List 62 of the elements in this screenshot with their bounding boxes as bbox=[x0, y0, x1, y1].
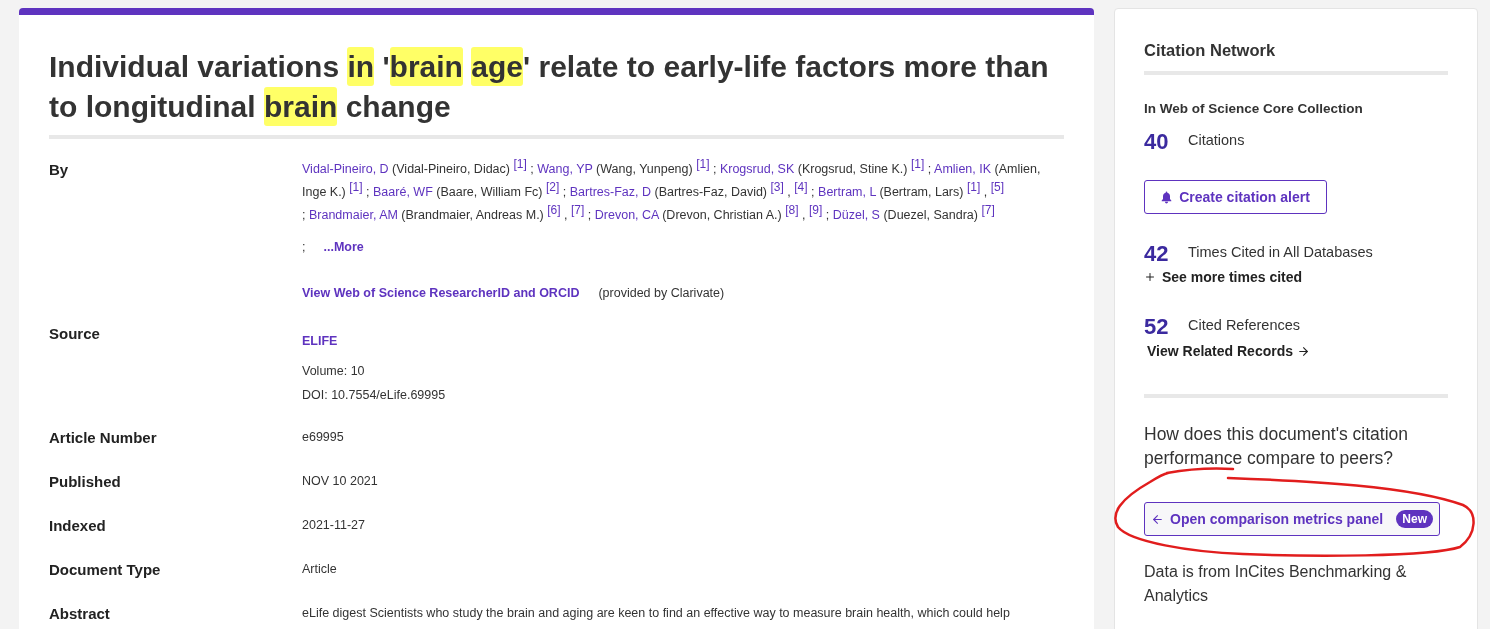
affiliation-link[interactable]: [1] bbox=[911, 157, 925, 171]
affiliation-link[interactable]: [7] bbox=[981, 203, 995, 218]
affiliation-link[interactable]: [9] bbox=[808, 203, 823, 218]
author-link[interactable]: Baaré, WF bbox=[373, 185, 433, 200]
field-label: Indexed bbox=[49, 516, 107, 537]
author-link[interactable]: Bertram, L bbox=[818, 185, 876, 200]
collection-label: In Web of Science Core Collection bbox=[1144, 100, 1364, 118]
metric-label: Times Cited in All Databases bbox=[1188, 243, 1373, 263]
affiliation-link[interactable]: [4] bbox=[794, 180, 808, 195]
affiliation-link[interactable]: [1] bbox=[349, 180, 363, 195]
panel-title: Citation Network bbox=[1144, 40, 1277, 61]
author-link[interactable]: Wang, YP bbox=[537, 162, 593, 177]
metric-label: Citations bbox=[1188, 131, 1245, 151]
journal-link[interactable]: ELIFE bbox=[302, 330, 338, 354]
author-link[interactable]: Drevon, CA bbox=[594, 208, 659, 223]
author-link[interactable]: Brandmaier, AM bbox=[308, 208, 398, 223]
author-link[interactable]: Düzel, S bbox=[832, 208, 880, 223]
comparison-question: How does this document's citation performance compare to peers? bbox=[1144, 423, 1410, 470]
arrow-right-icon bbox=[1297, 344, 1311, 358]
affiliation-link[interactable]: [5] bbox=[990, 180, 1005, 195]
arrow-left-icon bbox=[1151, 512, 1164, 526]
metric-label: Cited References bbox=[1188, 316, 1301, 336]
field-label: Published bbox=[49, 472, 122, 493]
author-link[interactable]: Amlien, IK bbox=[934, 162, 992, 177]
source-detail: DOI: 10.7554/eLife.69995 bbox=[302, 387, 447, 405]
affiliation-link[interactable]: [3] bbox=[770, 180, 784, 195]
field-value: NOV 10 2021 bbox=[302, 473, 379, 491]
field-label: Source bbox=[49, 324, 101, 345]
metric-count[interactable]: 42 bbox=[1144, 236, 1188, 270]
field-value: Article bbox=[302, 561, 338, 579]
field-value: e69995 bbox=[302, 429, 345, 447]
article-title: Individual variations in 'brain age' relate to early-life factors more than to longitudinal brain change bbox=[49, 47, 1059, 127]
author-link[interactable]: Bartres-Faz, D bbox=[569, 185, 652, 200]
affiliation-link[interactable]: [1] bbox=[966, 180, 981, 195]
plus-icon bbox=[1144, 271, 1156, 283]
bell-icon bbox=[1161, 190, 1173, 204]
open-comparison-button[interactable]: Open comparison metrics panel New bbox=[1144, 502, 1440, 536]
affiliation-link[interactable]: [1] bbox=[513, 157, 527, 171]
field-value: 2021-11-27 bbox=[302, 517, 366, 535]
author-link[interactable]: Vidal-Pineiro, D bbox=[302, 162, 389, 177]
field-label: Article Number bbox=[49, 428, 158, 449]
affiliation-link[interactable]: [6] bbox=[547, 203, 561, 218]
field-value: eLife digest Scientists who study the brain and aging are keen to find an effective way to measure brain health, which could help bbox=[302, 605, 1011, 623]
metric-count[interactable]: 52 bbox=[1144, 309, 1188, 343]
provider-note: (provided by Clarivate) bbox=[598, 285, 725, 303]
field-label: Abstract bbox=[49, 604, 111, 625]
source-detail: Volume: 10 bbox=[302, 363, 366, 381]
affiliation-link[interactable]: [7] bbox=[571, 203, 585, 218]
create-alert-button[interactable]: Create citation alert bbox=[1144, 180, 1327, 214]
metric-count[interactable]: 40 bbox=[1144, 124, 1188, 158]
affiliation-link[interactable]: [1] bbox=[696, 157, 710, 171]
see-more-link[interactable]: See more times cited bbox=[1144, 267, 1303, 287]
new-badge: New bbox=[1396, 510, 1433, 528]
data-source-note: Data is from InCites Benchmarking & Analytics bbox=[1144, 562, 1408, 606]
field-label: Document Type bbox=[49, 560, 162, 581]
affiliation-link[interactable]: [8] bbox=[785, 203, 799, 218]
field-label: By bbox=[49, 160, 70, 180]
more-link[interactable]: ...More bbox=[323, 240, 364, 255]
affiliation-link[interactable]: [2] bbox=[546, 180, 560, 195]
researcher-id-link[interactable]: View Web of Science ResearcherID and ORCID bbox=[302, 282, 580, 306]
author-link[interactable]: Krogsrud, SK bbox=[719, 162, 795, 177]
related-records-link[interactable]: View Related Records bbox=[1147, 341, 1311, 361]
